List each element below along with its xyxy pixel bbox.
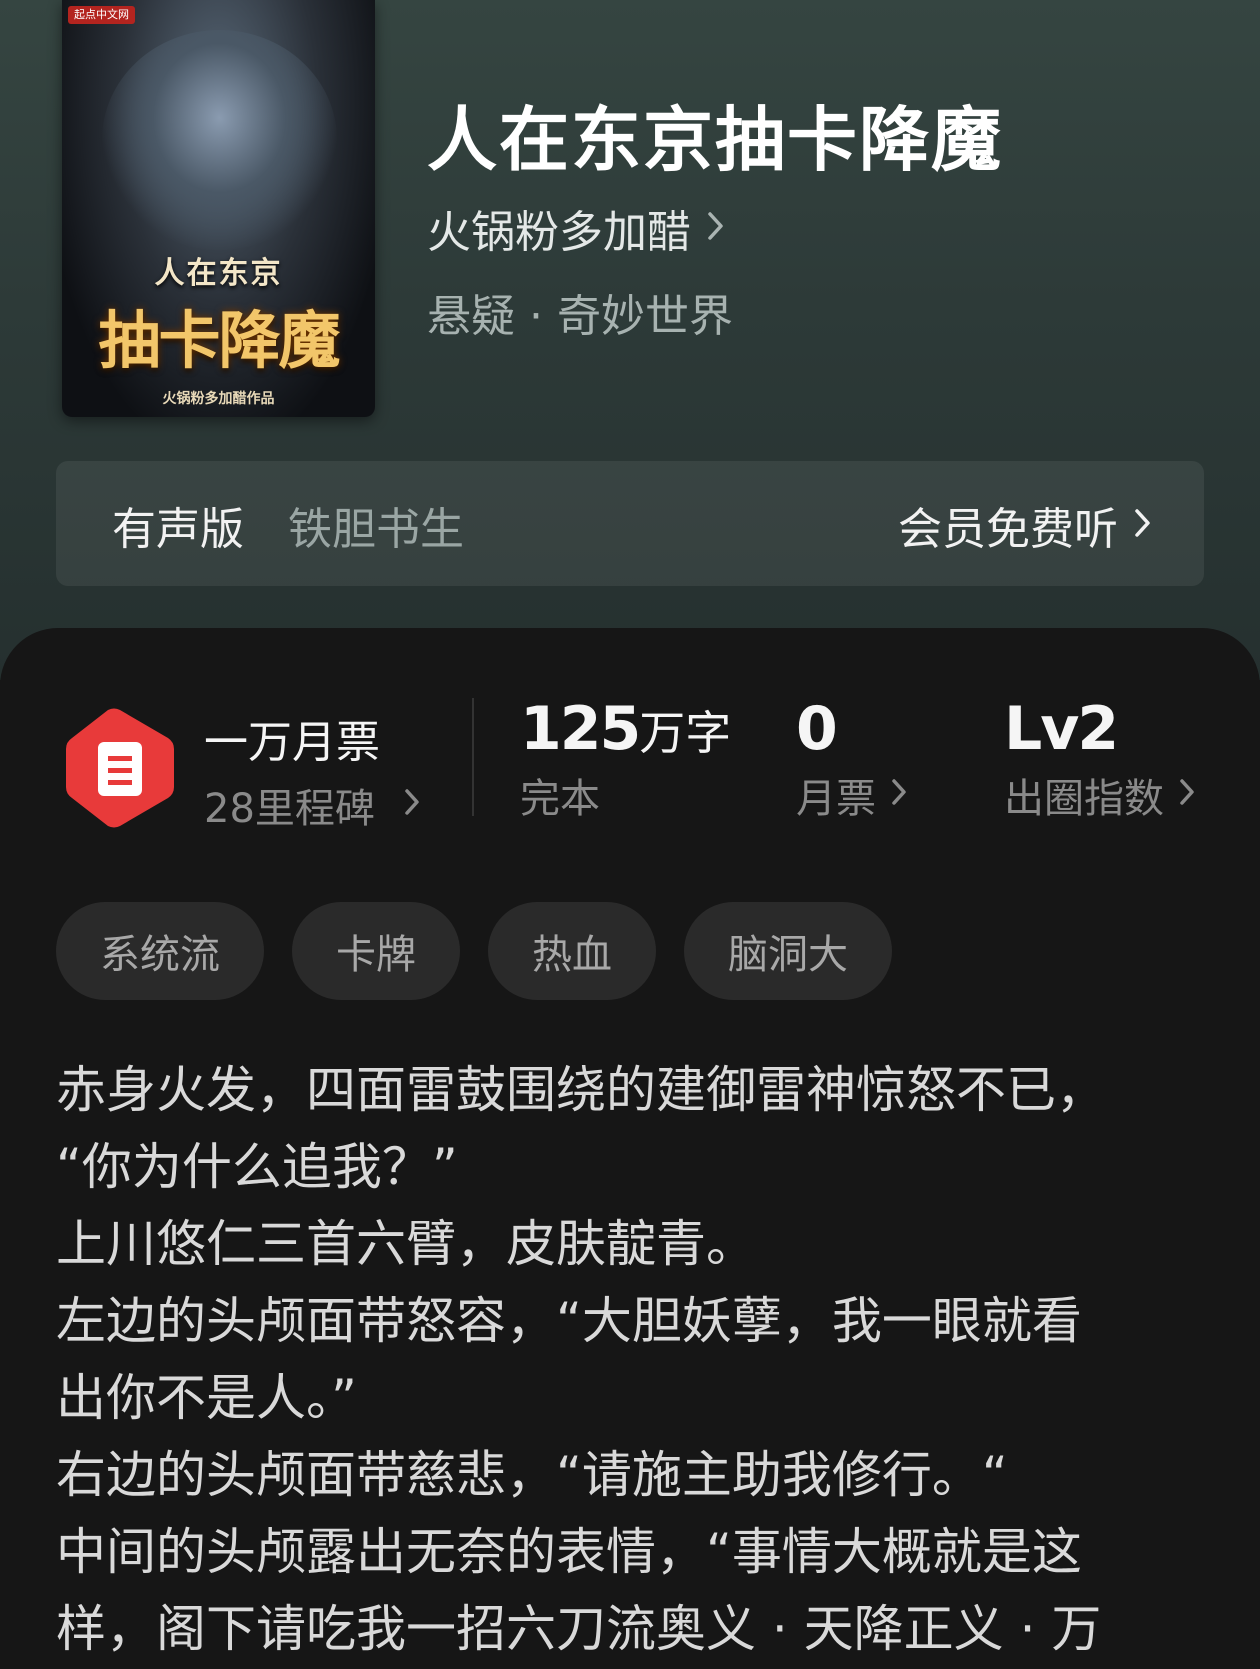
book-synopsis[interactable]: 赤身火发，四面雷鼓围绕的建御雷神惊怒不已， “你为什么追我？” 上川悠仁三首六臂…: [56, 1052, 1216, 1668]
cover-title-main: 抽卡降魔: [98, 304, 340, 377]
influence-index-value: Lv2: [1004, 694, 1119, 764]
tag-chip[interactable]: 系统流: [56, 902, 264, 1000]
synopsis-line: “你为什么追我？”: [56, 1138, 458, 1196]
milestone-subtitle: 28里程碑: [204, 786, 375, 832]
book-cover[interactable]: 起点中文网 人在东京 抽卡降魔 火锅粉多加醋作品: [62, 0, 375, 417]
monthly-ticket-milestone[interactable]: 一万月票 28里程碑: [204, 706, 423, 834]
synopsis-line: 样，阁下请吃我一招六刀流奥义 · 天降正义 · 万: [56, 1600, 1102, 1658]
chevron-right-icon: [1132, 500, 1154, 551]
audiobook-banner[interactable]: 有声版 铁胆书生 会员免费听: [56, 461, 1204, 586]
tag-chip[interactable]: 热血: [488, 902, 656, 1000]
cover-artwork: [102, 30, 337, 250]
synopsis-line: 赤身火发，四面雷鼓围绕的建御雷神惊怒不已，: [56, 1061, 1106, 1119]
word-count-stat: 125万字 完本: [520, 694, 731, 824]
monthly-votes-label: 月票: [796, 776, 876, 822]
word-count-unit: 万字: [639, 706, 732, 760]
audiobook-label: 有声版: [112, 504, 244, 555]
monthly-votes-value: 0: [796, 694, 838, 764]
chevron-right-icon: [705, 203, 727, 254]
cover-title-top: 人在东京: [154, 256, 283, 291]
ticket-icon[interactable]: [64, 706, 176, 830]
chevron-right-icon: [403, 782, 423, 828]
synopsis-line: 右边的头颅面带慈悲，“请施主助我修行。“: [56, 1446, 1008, 1504]
tag-chip[interactable]: 卡牌: [292, 902, 460, 1000]
member-listen-label: 会员免费听: [898, 504, 1118, 555]
word-count-value: 125: [520, 694, 641, 764]
tag-list: 系统流 卡牌 热血 脑洞大: [56, 902, 892, 1000]
stats-divider: [472, 698, 474, 816]
publisher-badge: 起点中文网: [68, 6, 135, 24]
genre-label[interactable]: 悬疑 · 奇妙世界: [427, 280, 733, 344]
influence-index-label: 出圈指数: [1004, 776, 1164, 822]
author-name: 火锅粉多加醋: [427, 207, 691, 258]
monthly-votes-stat[interactable]: 0 月票: [796, 694, 910, 824]
chevron-right-icon: [1178, 772, 1198, 818]
synopsis-line: 中间的头颅露出无奈的表情，“事情大概就是这: [56, 1523, 1082, 1581]
chevron-right-icon: [890, 772, 910, 818]
synopsis-line: 出你不是人。”: [56, 1369, 357, 1427]
member-listen-button[interactable]: 会员免费听: [898, 493, 1154, 557]
book-title: 人在东京抽卡降魔: [427, 98, 1003, 181]
influence-index-stat[interactable]: Lv2 出圈指数: [1004, 694, 1198, 824]
synopsis-line: 左边的头颅面带怒容，“大胆妖孽，我一眼就看: [56, 1292, 1082, 1350]
completion-status: 完本: [520, 776, 600, 822]
synopsis-line: 上川悠仁三首六臂，皮肤靛青。: [56, 1215, 756, 1273]
milestone-title: 一万月票: [204, 717, 380, 768]
cover-author: 火锅粉多加醋作品: [162, 391, 275, 407]
narrator-name: 铁胆书生: [288, 504, 464, 555]
tag-chip[interactable]: 脑洞大: [684, 902, 892, 1000]
author-link[interactable]: 火锅粉多加醋: [427, 196, 727, 260]
